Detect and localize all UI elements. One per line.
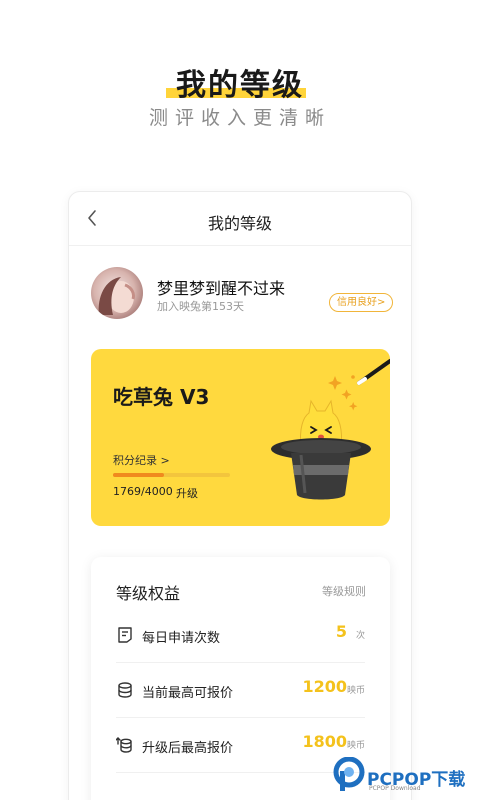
level-progress-fill <box>113 473 165 477</box>
username: 梦里梦到醒不过来 <box>157 279 286 298</box>
nav-bar: 我的等级 <box>69 192 411 246</box>
upgrade-coins-icon <box>115 736 134 754</box>
level-card: 吃草兔 V3 积分纪录 > 1769/4000 升级 <box>91 349 390 526</box>
benefit-value: 5 <box>335 622 347 641</box>
benefit-row-upgrade-max-quote: 升级后最高报价 1800 映币 <box>115 719 365 773</box>
benefit-value: 1200 <box>302 677 347 696</box>
rabbit-magic-hat-icon <box>261 349 390 526</box>
coin-stack-icon <box>116 681 134 699</box>
benefit-row-daily-applications: 每日申请次数 5 次 <box>116 609 365 663</box>
avatar[interactable] <box>91 267 143 319</box>
level-name: 吃草兔 V3 <box>113 385 210 409</box>
level-progress-bar <box>113 473 230 477</box>
benefit-label: 当前最高可报价 <box>142 686 234 701</box>
upgrade-link[interactable]: 升级 <box>176 485 198 501</box>
promo-title: 我的等级 <box>176 68 304 103</box>
app-screen: 我的等级 梦里梦到醒不过来 加入映兔第153天 信用良好> 吃草兔 V3 积分纪… <box>68 191 412 800</box>
points-value: 1769/4000 <box>113 485 173 498</box>
promo-header: 我的等级 测评收入更清晰 <box>0 0 480 190</box>
benefit-value: 1800 <box>302 732 347 751</box>
membership-days: 加入映兔第153天 <box>157 300 244 313</box>
promo-subtitle: 测评收入更清晰 <box>148 107 331 129</box>
pcpop-watermark: PCPOP下载 PCPOP Download <box>333 756 480 800</box>
credit-status-badge[interactable]: 信用良好> <box>329 293 394 312</box>
benefit-label: 每日申请次数 <box>142 631 221 646</box>
benefit-unit: 次 <box>355 631 365 641</box>
pcpop-logo-icon <box>333 756 365 793</box>
benefit-unit: 映币 <box>346 686 365 696</box>
benefit-label: 升级后最高报价 <box>142 741 234 756</box>
page-title: 我的等级 <box>207 214 272 233</box>
benefits-title: 等级权益 <box>116 584 181 603</box>
level-rules-link[interactable]: 等级规则 <box>322 583 366 599</box>
profile-section: 梦里梦到醒不过来 加入映兔第153天 信用良好> <box>69 246 411 348</box>
benefit-row-current-max-quote: 当前最高可报价 1200 映币 <box>116 664 365 718</box>
benefit-unit: 映币 <box>346 741 365 751</box>
application-form-icon <box>116 626 134 644</box>
points-record-link[interactable]: 积分纪录 > <box>113 452 170 468</box>
watermark-subtext: PCPOP Download <box>369 785 421 792</box>
